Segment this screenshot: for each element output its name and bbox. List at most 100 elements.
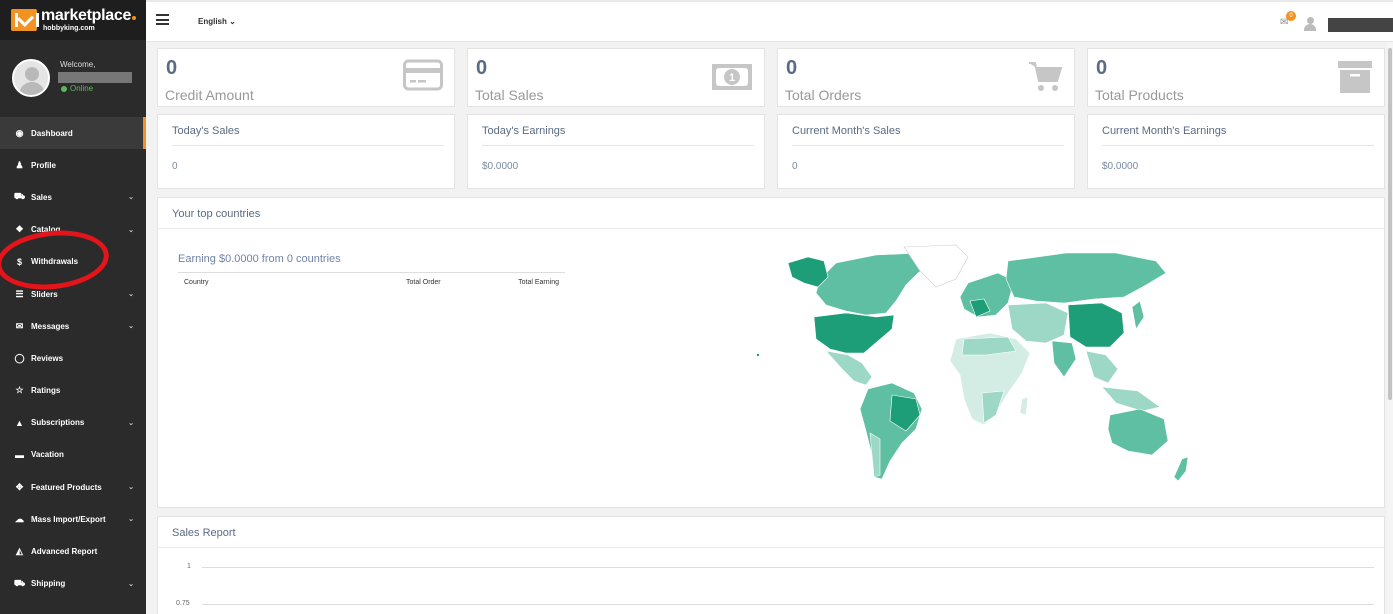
- star-icon: ☆: [15, 385, 24, 396]
- shopping-cart-icon: [1029, 62, 1063, 91]
- logo-text: marketplace: [41, 7, 132, 24]
- sidebar-item-label: Catalog: [31, 225, 61, 235]
- world-map[interactable]: [746, 243, 1196, 493]
- summary-title: Current Month's Sales: [792, 125, 901, 137]
- language-selector[interactable]: English ⌄: [198, 17, 236, 26]
- countries-table: Country Total Order Total Earning: [178, 272, 565, 286]
- notification-badge: 0: [1286, 11, 1296, 21]
- thumbs-up-icon: ▲: [15, 417, 24, 428]
- top-username-redacted[interactable]: [1328, 18, 1393, 32]
- column-total-order[interactable]: Total Order: [406, 279, 441, 286]
- credit-card-icon: [403, 59, 443, 91]
- table-header: Country Total Order Total Earning: [178, 273, 565, 286]
- sidebar-item-label: Advanced Report: [31, 547, 98, 557]
- column-country[interactable]: Country: [184, 279, 209, 286]
- summary-value: 0: [792, 161, 798, 172]
- chevron-down-icon: ⌄: [128, 516, 134, 524]
- summary-card-todays-earnings: Today's Earnings $0.0000: [467, 114, 765, 189]
- sidebar-item-label: Shipping: [31, 579, 66, 589]
- logo-m-icon: [11, 9, 39, 31]
- chevron-down-icon: ⌄: [128, 226, 134, 234]
- money-bill-icon: 1: [712, 64, 752, 90]
- summary-value: 0: [172, 161, 178, 172]
- logo[interactable]: marketplace hobbyking.com: [0, 0, 146, 40]
- online-dot-icon: [61, 85, 67, 92]
- grid-line: [202, 604, 1374, 605]
- panel-title: Your top countries: [172, 208, 261, 220]
- chevron-down-icon: ⌄: [128, 484, 134, 492]
- sidebar-item-catalog[interactable]: ❖ Catalog ⌄: [0, 214, 146, 246]
- sidebar-item-vacation[interactable]: ▬ Vacation: [0, 439, 146, 471]
- stat-label: Total Products: [1095, 87, 1184, 103]
- sidebar-item-reviews[interactable]: ◯ Reviews: [0, 342, 146, 374]
- archive-box-icon: [1338, 61, 1372, 93]
- sidebar-item-subscriptions[interactable]: ▲ Subscriptions ⌄: [0, 407, 146, 439]
- sidebar: marketplace hobbyking.com Welcome, Onlin…: [0, 0, 146, 614]
- chevron-down-icon: ⌄: [128, 580, 134, 588]
- sidebar-item-messages[interactable]: ✉ Messages ⌄: [0, 310, 146, 342]
- sidebar-item-label: Featured Products: [31, 482, 102, 492]
- sidebar-item-label: Vacation: [31, 450, 64, 460]
- sidebar-item-label: Messages: [31, 321, 70, 331]
- sidebar-item-label: Mass Import/Export: [31, 514, 106, 524]
- avatar[interactable]: [12, 59, 50, 97]
- dollar-icon: $: [16, 256, 22, 267]
- profile-icon: ♟: [15, 159, 24, 170]
- sales-report-panel: Sales Report 1 0.75: [157, 516, 1385, 614]
- cloud-upload-icon: ☁: [15, 513, 24, 524]
- summary-card-month-earnings: Current Month's Earnings $0.0000: [1087, 114, 1385, 189]
- sidebar-item-label: Ratings: [31, 386, 61, 396]
- y-tick-label: 0.75: [176, 600, 190, 607]
- sliders-icon: ☰: [15, 288, 24, 299]
- summary-title: Today's Earnings: [482, 125, 566, 137]
- sidebar-item-advanced-report[interactable]: ◭ Advanced Report: [0, 535, 146, 567]
- stat-label: Credit Amount: [165, 87, 254, 103]
- grid-line: [202, 567, 1374, 568]
- summary-card-todays-sales: Today's Sales 0: [157, 114, 455, 189]
- chevron-down-icon: ⌄: [128, 323, 134, 331]
- chevron-down-icon: ⌄: [128, 194, 134, 202]
- hamburger-menu-icon[interactable]: [156, 14, 169, 25]
- sidebar-item-label: Withdrawals: [31, 257, 79, 267]
- stat-value: 0: [476, 57, 488, 79]
- sidebar-item-shipping[interactable]: ⛟ Shipping ⌄: [0, 568, 146, 600]
- sidebar-item-sliders[interactable]: ☰ Sliders ⌄: [0, 278, 146, 310]
- column-total-earning[interactable]: Total Earning: [518, 279, 559, 286]
- sidebar-item-ratings[interactable]: ☆ Ratings: [0, 375, 146, 407]
- username-redacted: [58, 72, 132, 83]
- crosshair-icon: ✥: [15, 481, 24, 492]
- panel-title: Sales Report: [172, 527, 236, 539]
- sidebar-item-dashboard[interactable]: ◉ Dashboard: [0, 117, 146, 150]
- chevron-down-icon: ⌄: [128, 291, 134, 299]
- stat-card-credit-amount: 0 Credit Amount: [157, 48, 455, 107]
- sidebar-item-label: Profile: [31, 160, 56, 170]
- chevron-down-icon: ⌄: [128, 419, 134, 427]
- stat-card-total-sales: 0 Total Sales 1: [467, 48, 765, 107]
- stat-value: 0: [166, 57, 178, 79]
- sidebar-nav: ◉ Dashboard ♟ Profile ⛟ Sales ⌄ ❖ Catalo…: [0, 117, 146, 600]
- summary-title: Today's Sales: [172, 125, 240, 137]
- envelope-icon: ✉: [15, 320, 24, 331]
- dashboard-icon: ◉: [15, 127, 24, 138]
- sidebar-item-label: Dashboard: [31, 128, 73, 138]
- welcome-text: Welcome,: [60, 60, 96, 69]
- scrollbar-thumb[interactable]: [1388, 48, 1392, 400]
- y-tick-label: 1: [187, 563, 191, 570]
- sidebar-item-withdrawals[interactable]: $ Withdrawals: [0, 246, 146, 278]
- summary-value: $0.0000: [482, 161, 519, 172]
- sidebar-item-profile[interactable]: ♟ Profile: [0, 149, 146, 181]
- top-bar: English ⌄ ✉ 0: [146, 0, 1393, 42]
- stat-card-total-orders: 0 Total Orders: [777, 48, 1075, 107]
- stat-label: Total Orders: [785, 87, 862, 103]
- online-status: Online: [61, 84, 93, 93]
- comment-icon: ◯: [14, 352, 25, 363]
- bed-icon: ▬: [15, 449, 24, 460]
- summary-value: $0.0000: [1102, 161, 1139, 172]
- sidebar-item-sales[interactable]: ⛟ Sales ⌄: [0, 181, 146, 213]
- stat-label: Total Sales: [475, 87, 544, 103]
- summary-title: Current Month's Earnings: [1102, 125, 1227, 137]
- user-avatar-icon[interactable]: [1304, 17, 1316, 31]
- sidebar-item-featured-products[interactable]: ✥ Featured Products ⌄: [0, 471, 146, 503]
- status-label: Online: [70, 84, 94, 93]
- sidebar-item-mass-import-export[interactable]: ☁ Mass Import/Export ⌄: [0, 503, 146, 535]
